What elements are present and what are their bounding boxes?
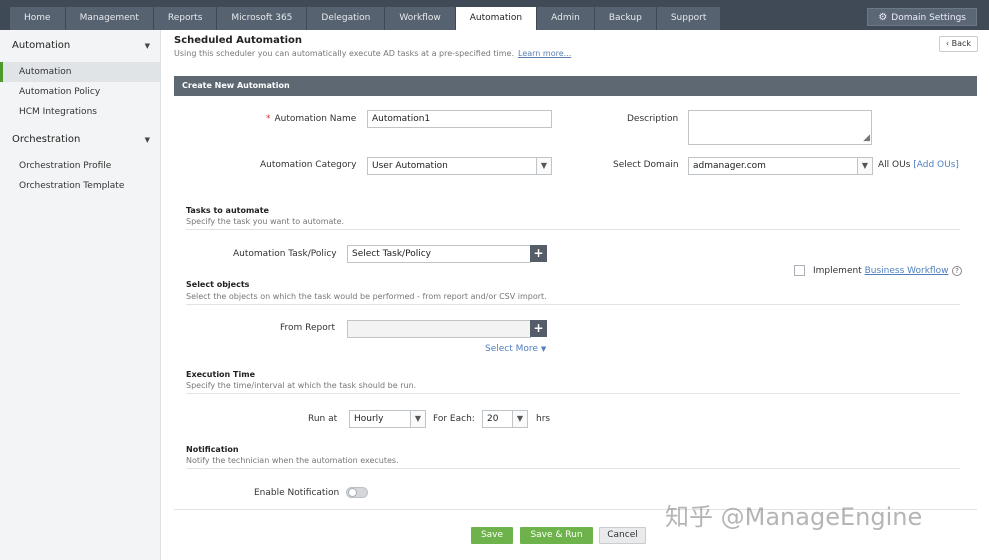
help-icon[interactable]: ?: [952, 266, 962, 276]
sidebar-section-label: Automation: [12, 40, 71, 51]
ou-selection: All OUs [Add OUs]: [878, 160, 959, 170]
back-button[interactable]: ‹ Back: [938, 36, 978, 52]
add-report-button[interactable]: +: [530, 320, 547, 337]
resize-handle-icon: ◢: [863, 133, 870, 143]
toggle-knob: [348, 488, 357, 497]
automation-name-label: * Automation Name: [266, 114, 356, 124]
tab-backup[interactable]: Backup: [594, 7, 657, 30]
select-domain-select[interactable]: admanager.com ▼: [688, 157, 873, 175]
tab-management[interactable]: Management: [65, 7, 154, 30]
all-ous-label: All OUs: [878, 160, 911, 170]
execution-section-title: Execution Time: [186, 370, 255, 379]
from-report-input[interactable]: [347, 320, 531, 338]
automation-category-value: User Automation: [372, 161, 448, 171]
chevron-down-icon: ▼: [512, 411, 527, 427]
tab-microsoft-365[interactable]: Microsoft 365: [217, 7, 308, 30]
task-policy-label: Automation Task/Policy: [233, 249, 337, 259]
main-content: Scheduled Automation Using this schedule…: [161, 30, 989, 560]
page-title: Scheduled Automation: [174, 35, 303, 46]
chevron-down-icon: ▼: [536, 158, 551, 174]
automation-name-input[interactable]: Automation1: [367, 110, 552, 128]
run-at-label: Run at: [308, 414, 338, 424]
run-at-select[interactable]: Hourly ▼: [349, 410, 426, 428]
automation-category-select[interactable]: User Automation ▼: [367, 157, 552, 175]
save-run-button[interactable]: Save & Run: [520, 527, 593, 544]
domain-settings-label: Domain Settings: [891, 13, 966, 23]
sidebar-section-orchestration[interactable]: Orchestration ▼: [0, 124, 160, 156]
add-task-button[interactable]: +: [530, 245, 547, 262]
automation-category-label: Automation Category: [260, 160, 357, 170]
cancel-button[interactable]: Cancel: [599, 527, 646, 544]
for-each-label: For Each:: [433, 414, 475, 424]
implement-label: Implement: [813, 266, 862, 276]
description-textarea[interactable]: ◢: [688, 110, 872, 145]
top-navigation: Home Management Reports Microsoft 365 De…: [0, 0, 989, 30]
enable-notification-toggle[interactable]: [346, 487, 368, 498]
learn-more-link[interactable]: Learn more...: [518, 49, 571, 58]
sidebar-section-label: Orchestration: [12, 134, 81, 145]
implement-workflow-checkbox[interactable]: [794, 265, 805, 276]
select-more-dropdown[interactable]: Select More ▼: [485, 344, 546, 354]
save-button[interactable]: Save: [471, 527, 513, 544]
panel-header: Create New Automation: [174, 76, 977, 96]
select-domain-value: admanager.com: [693, 161, 766, 171]
from-report-label: From Report: [280, 323, 335, 333]
sidebar-item-orchestration-template[interactable]: Orchestration Template: [0, 176, 160, 196]
objects-section-desc: Select the objects on which the task wou…: [186, 292, 547, 301]
chevron-down-icon: ▼: [857, 158, 872, 174]
tab-admin[interactable]: Admin: [537, 7, 595, 30]
run-at-value: Hourly: [354, 414, 384, 424]
plus-icon: +: [533, 246, 544, 260]
description-label: Description: [627, 114, 679, 124]
caret-down-icon: ▼: [540, 345, 547, 353]
caret-down-icon: ▼: [144, 136, 150, 144]
chevron-down-icon: ▼: [410, 411, 425, 427]
page-subtitle-text: Using this scheduler you can automatical…: [174, 49, 515, 58]
tab-workflow[interactable]: Workflow: [385, 7, 456, 30]
tasks-section-title: Tasks to automate: [186, 206, 269, 215]
domain-settings-button[interactable]: ⚙ Domain Settings: [867, 8, 977, 26]
tasks-section-desc: Specify the task you want to automate.: [186, 217, 345, 226]
sidebar: Automation ▼ Automation Automation Polic…: [0, 30, 161, 560]
caret-down-icon: ▼: [144, 42, 150, 50]
automation-name-label-text: Automation Name: [274, 114, 357, 124]
gear-icon: ⚙: [878, 12, 888, 23]
sidebar-item-automation[interactable]: Automation: [0, 62, 160, 82]
execution-section-desc: Specify the time/interval at which the t…: [186, 381, 417, 390]
section-divider: [186, 393, 960, 394]
main-tabs: Home Management Reports Microsoft 365 De…: [10, 7, 722, 30]
section-divider: [186, 468, 960, 469]
enable-notification-label: Enable Notification: [254, 488, 340, 498]
task-policy-input[interactable]: Select Task/Policy: [347, 245, 531, 263]
section-divider: [186, 304, 960, 305]
tab-automation[interactable]: Automation: [455, 7, 538, 30]
add-ous-link[interactable]: [Add OUs]: [913, 160, 959, 170]
select-more-label: Select More: [485, 344, 538, 354]
notification-section-title: Notification: [186, 445, 239, 454]
sidebar-item-hcm-integrations[interactable]: HCM Integrations: [0, 102, 160, 122]
hrs-label: hrs: [536, 414, 551, 424]
required-asterisk: *: [266, 114, 271, 124]
for-each-select[interactable]: 20 ▼: [482, 410, 528, 428]
select-domain-label: Select Domain: [613, 160, 679, 170]
tab-reports[interactable]: Reports: [153, 7, 218, 30]
notification-section-desc: Notify the technician when the automatio…: [186, 456, 399, 465]
section-divider: [186, 229, 960, 230]
implement-workflow-label: Implement Business Workflow: [813, 266, 948, 276]
watermark: 知乎 @ManageEngine: [665, 503, 923, 531]
tab-delegation[interactable]: Delegation: [307, 7, 386, 30]
sidebar-section-automation[interactable]: Automation ▼: [0, 30, 160, 62]
objects-section-title: Select objects: [186, 280, 250, 289]
back-label: Back: [951, 39, 971, 48]
tab-home[interactable]: Home: [10, 7, 66, 30]
tab-support[interactable]: Support: [656, 7, 722, 30]
business-workflow-link[interactable]: Business Workflow: [865, 266, 949, 276]
for-each-value: 20: [487, 414, 499, 424]
page-subtitle: Using this scheduler you can automatical…: [174, 49, 571, 58]
plus-icon: +: [533, 321, 544, 335]
sidebar-item-orchestration-profile[interactable]: Orchestration Profile: [0, 156, 160, 176]
sidebar-item-automation-policy[interactable]: Automation Policy: [0, 82, 160, 102]
